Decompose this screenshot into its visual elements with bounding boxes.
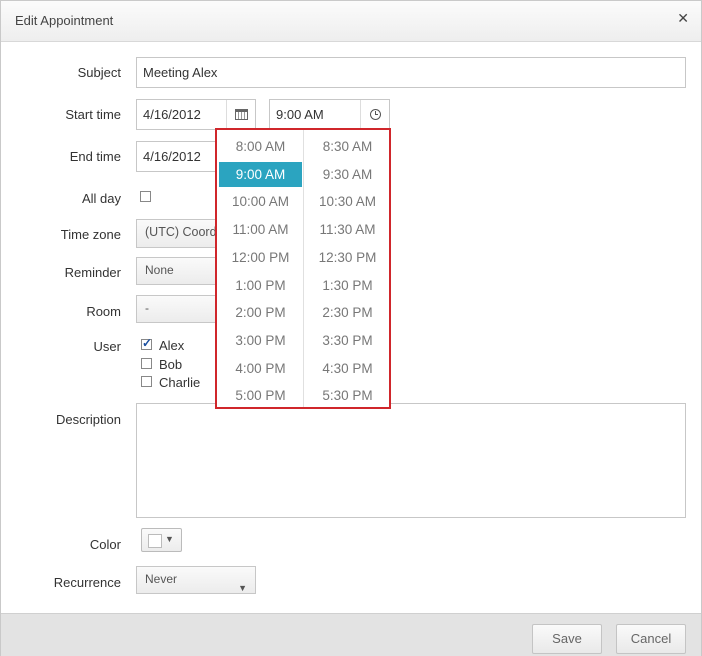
description-textarea[interactable] [136,403,686,518]
start-time-value: 9:00 AM [276,107,324,122]
time-option[interactable]: 1:30 PM [306,273,389,298]
time-option[interactable]: 10:00 AM [219,189,302,214]
dialog-title: Edit Appointment [15,13,114,28]
clock-icon [369,109,381,120]
start-time-input[interactable]: 9:00 AM [269,99,390,130]
cancel-button[interactable]: Cancel [616,624,686,654]
time-option[interactable]: 11:30 AM [306,217,389,242]
close-icon[interactable]: ✕ [677,10,689,27]
description-label: Description [55,412,121,427]
color-label: Color [89,537,121,552]
recurrence-select[interactable]: Never ▼ [136,566,256,594]
subject-input[interactable]: Meeting Alex [136,57,686,88]
start-date-input[interactable]: 4/16/2012 [136,99,256,130]
time-option[interactable]: 2:30 PM [306,300,389,325]
all-day-label: All day [81,191,121,206]
recurrence-value: Never [145,572,178,586]
user-name-charlie: Charlie [159,375,201,390]
user-name-alex: Alex [159,338,185,353]
recurrence-label: Recurrence [53,575,121,590]
start-date-value: 4/16/2012 [143,107,201,122]
end-date-value: 4/16/2012 [143,149,201,164]
chevron-down-icon: ▼ [165,534,174,544]
edit-appointment-dialog: Edit Appointment ✕ Subject Meeting Alex … [0,0,702,656]
time-option[interactable]: 8:30 AM [306,134,389,159]
time-option[interactable]: 5:30 PM [306,383,389,408]
start-time-picker-button[interactable] [360,100,389,129]
start-time-label: Start time [65,107,121,122]
start-date-picker-button[interactable] [226,100,255,129]
time-column-half-hour: 8:30 AM 9:30 AM 10:30 AM 11:30 AM 12:30 PM 1:… [304,130,390,407]
all-day-checkbox[interactable] [140,191,151,202]
time-option[interactable]: 9:00 AM [219,161,302,187]
time-option[interactable]: 2:00 PM [219,300,302,325]
dialog-titlebar: Edit Appointment ✕ [1,1,701,42]
reminder-label: Reminder [64,265,121,280]
calendar-icon [234,109,248,120]
room-label: Room [86,304,121,319]
user-checkbox-charlie[interactable] [141,376,152,387]
time-dropdown: 8:00 AM 9:00 AM 10:00 AM 11:00 AM 12:00 PM 1:… [215,128,391,409]
time-option[interactable]: 12:30 PM [306,245,389,270]
save-button[interactable]: Save [532,624,602,654]
time-option[interactable]: 9:30 AM [306,162,389,187]
time-option[interactable]: 1:00 PM [219,273,302,298]
time-option[interactable]: 3:00 PM [219,328,302,353]
time-option[interactable]: 10:30 AM [306,189,389,214]
time-option[interactable]: 11:00 AM [219,217,302,242]
dialog-footer: Save Cancel [1,613,701,656]
time-column-hour: 8:00 AM 9:00 AM 10:00 AM 11:00 AM 12:00 PM 1:… [217,130,304,407]
end-time-label: End time [69,149,121,164]
time-option[interactable]: 12:00 PM [219,245,302,270]
user-checkbox-bob[interactable] [141,358,152,369]
user-label: User [93,339,121,354]
time-option[interactable]: 8:00 AM [219,134,302,159]
color-swatch [148,534,162,548]
time-option[interactable]: 4:00 PM [219,356,302,381]
color-picker-button[interactable]: ▼ [141,528,182,552]
time-option[interactable]: 5:00 PM [219,383,302,408]
user-name-bob: Bob [159,357,183,372]
user-checkbox-alex[interactable] [141,336,152,350]
time-option[interactable]: 4:30 PM [306,356,389,381]
subject-label: Subject [77,65,121,80]
time-zone-label: Time zone [60,227,121,242]
time-option[interactable]: 3:30 PM [306,328,389,353]
chevron-down-icon: ▼ [238,583,247,593]
